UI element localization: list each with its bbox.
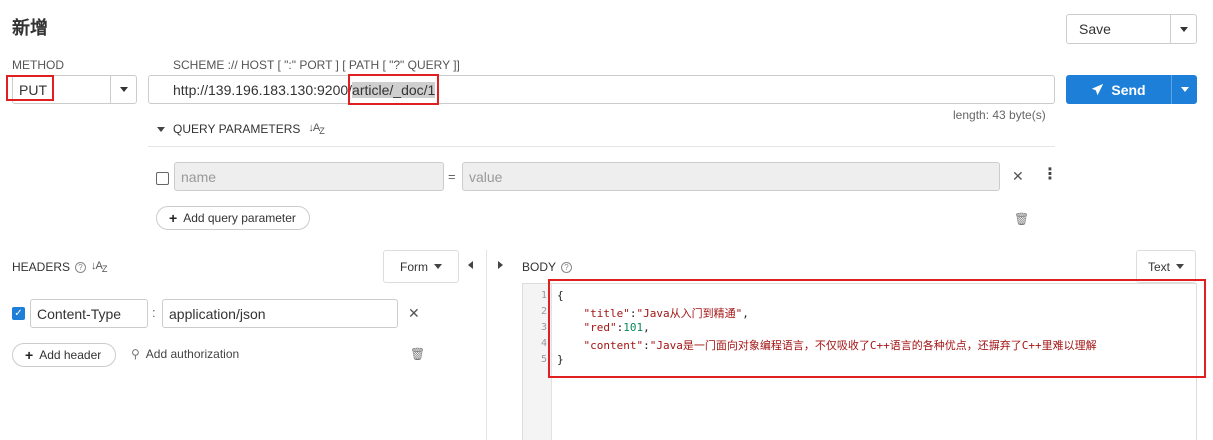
line-number: 4 (540, 338, 547, 349)
collapse-left-icon[interactable] (468, 261, 473, 269)
url-path-highlight-box (348, 74, 439, 105)
caret-down-icon (1180, 87, 1189, 92)
collapse-arrow-icon (157, 126, 165, 132)
query-value-input[interactable]: value (462, 162, 1000, 191)
query-param-checkbox[interactable] (156, 172, 169, 185)
headers-title-row: HEADERS ? ↓AZ (12, 260, 107, 275)
sort-icon[interactable]: ↓AZ (308, 122, 324, 136)
method-label: METHOD (12, 58, 64, 72)
caret-down-icon (434, 264, 442, 269)
url-length: length: 43 byte(s) (953, 108, 1046, 122)
header-name-input[interactable]: Content-Type (30, 299, 148, 328)
close-icon[interactable]: ✕ (408, 305, 420, 322)
send-button-group[interactable]: Send (1066, 75, 1197, 104)
add-header-button[interactable]: + Add header (12, 343, 116, 367)
body-title-row: BODY ? (522, 260, 573, 274)
query-parameters-title: QUERY PARAMETERS (173, 122, 301, 137)
add-authorization-link[interactable]: ⚲ Add authorization (131, 347, 239, 361)
form-label: Form (400, 259, 428, 274)
add-query-parameter-button[interactable]: + Add query parameter (156, 206, 310, 230)
help-icon[interactable]: ? (75, 261, 87, 273)
save-button-group[interactable]: Save (1066, 14, 1197, 44)
equals-sign: = (448, 169, 456, 184)
headers-title: HEADERS (12, 260, 71, 275)
save-button[interactable]: Save (1067, 15, 1171, 43)
divider (148, 146, 1055, 147)
send-label: Send (1111, 81, 1146, 98)
send-icon (1092, 83, 1104, 96)
caret-down-icon (1176, 264, 1184, 269)
line-number: 3 (540, 322, 547, 333)
caret-down-icon (119, 87, 128, 92)
send-button[interactable]: Send (1066, 75, 1172, 104)
plus-icon: + (25, 347, 34, 363)
kebab-icon[interactable]: ⋮ (1042, 167, 1058, 183)
header-checkbox[interactable]: ✓ (12, 307, 25, 320)
add-authorization-label: Add authorization (145, 347, 240, 361)
method-highlight-box (6, 75, 54, 101)
line-number: 5 (540, 354, 547, 365)
url-input[interactable]: http://139.196.183.130:9200/article/_doc… (148, 75, 1055, 104)
trash-icon[interactable]: 🗑 (410, 347, 425, 361)
line-number: 1 (540, 290, 547, 301)
url-format-label: SCHEME :// HOST [ ":" PORT ] [ PATH [ "?… (173, 58, 460, 72)
method-dropdown-toggle[interactable] (110, 76, 136, 103)
plus-icon: + (169, 210, 178, 226)
help-icon[interactable]: ? (561, 261, 573, 273)
headers-form-dropdown[interactable]: Form (383, 250, 459, 283)
add-query-parameter-label: Add query parameter (183, 211, 296, 225)
body-highlight-box (548, 279, 1206, 378)
header-value-input[interactable]: application/json (162, 299, 398, 328)
page-title: 新增 (12, 18, 48, 39)
body-type-label: Text (1147, 259, 1170, 274)
close-icon[interactable]: ✕ (1012, 168, 1024, 185)
trash-icon[interactable]: 🗑 (1014, 212, 1029, 226)
url-prefix: http://139.196.183.130:9200/ (173, 82, 353, 98)
key-icon: ⚲ (131, 347, 140, 361)
colon-separator: : (152, 305, 156, 320)
collapse-right-icon[interactable] (498, 261, 503, 269)
add-header-label: Add header (39, 348, 102, 362)
query-parameters-toggle[interactable]: QUERY PARAMETERS ↓AZ (157, 122, 325, 137)
sort-icon[interactable]: ↓AZ (91, 260, 107, 274)
caret-down-icon (1179, 26, 1188, 32)
send-dropdown-toggle[interactable] (1172, 75, 1197, 104)
panel-divider[interactable] (486, 250, 487, 440)
body-title: BODY (522, 260, 557, 274)
line-number: 2 (540, 306, 547, 317)
query-name-input[interactable]: name (174, 162, 444, 191)
save-dropdown-toggle[interactable] (1171, 15, 1196, 43)
